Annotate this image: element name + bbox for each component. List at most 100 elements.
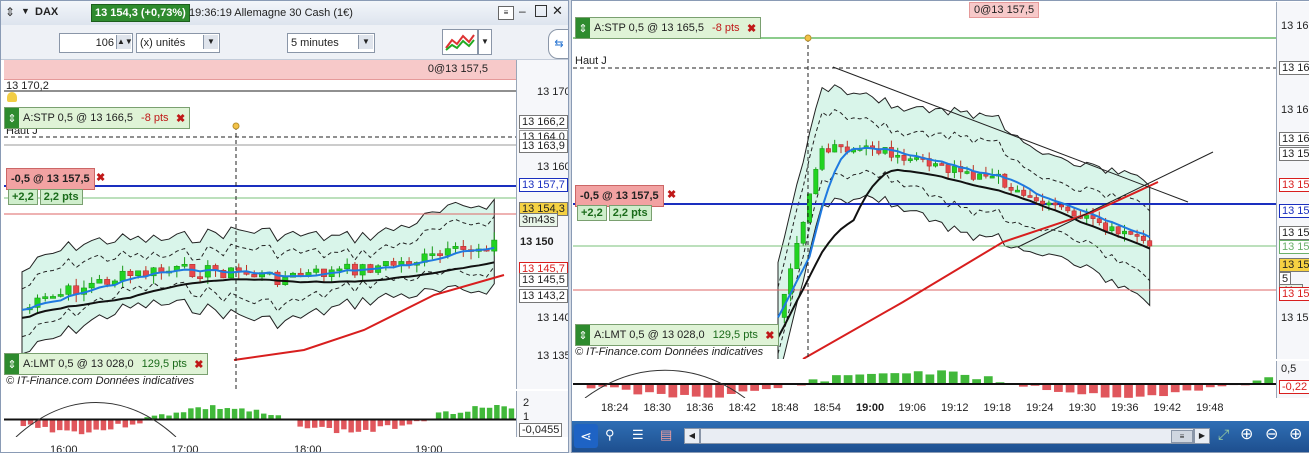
indicators-icon[interactable]: ▤ — [660, 427, 672, 443]
histogram-bar — [902, 373, 911, 384]
history-scrollbar[interactable]: ≡ — [700, 428, 1194, 444]
left-limit-order-tag[interactable]: ⇕ A:LMT 0,5 @ 13 028,0 129,5 pts ✖ — [4, 353, 208, 375]
candle-body — [1003, 174, 1007, 187]
right-limit-order-tag[interactable]: ⇕ A:LMT 0,5 @ 13 028,0 129,5 pts ✖ — [575, 324, 779, 346]
options-icon[interactable]: ≡ — [498, 6, 514, 20]
cancel-order-icon[interactable]: ✖ — [173, 112, 189, 125]
x-tick: 19:06 — [899, 402, 927, 414]
left-stop-order-pts: -8 pts — [137, 112, 173, 124]
chevron-down-icon[interactable]: ▼ — [358, 35, 373, 49]
drawing-tools-icon[interactable]: ⚲ — [605, 427, 615, 443]
left-time-axis: 16:00 17:00 18:00 19:00 — [4, 438, 516, 452]
histogram-bar — [472, 406, 477, 419]
candle-body — [128, 271, 133, 276]
drag-handle-icon[interactable]: ⇕ — [576, 325, 590, 345]
histogram-bar — [443, 411, 448, 419]
bollinger-band — [22, 199, 494, 353]
drag-handle-icon[interactable]: ⇕ — [576, 18, 590, 38]
candle-body — [1021, 190, 1025, 195]
x-tick: 19:42 — [1154, 402, 1182, 414]
right-pl-points: +2,2 — [577, 205, 607, 221]
candle-body — [1053, 203, 1057, 205]
histogram-bar — [926, 374, 935, 383]
candle-body — [1059, 205, 1063, 207]
right-price-axis[interactable]: 13 16 13 16 13 16 13 16 13 15 13 15 13 1… — [1276, 2, 1309, 359]
bollinger-band — [778, 85, 1150, 359]
x-tick: 19:00 — [856, 402, 884, 414]
candle-body — [990, 176, 994, 178]
left-limit-order-pts: 129,5 pts — [138, 358, 191, 370]
scroll-left-button[interactable]: ◀ — [684, 428, 700, 444]
cancel-order-icon[interactable]: ✖ — [744, 22, 760, 35]
histogram-bar — [123, 420, 128, 428]
instrument-name[interactable]: DAX — [35, 6, 58, 18]
units-value: (x) unités — [137, 37, 185, 49]
histogram-bar — [1101, 384, 1110, 398]
zoom-out-icon[interactable]: ⊖ — [1265, 424, 1278, 444]
time-marker-dot — [805, 35, 811, 41]
histogram-bar — [181, 412, 186, 419]
close-position-icon[interactable]: ✖ — [92, 171, 109, 184]
left-price-plot[interactable]: 0@13 157,5 13 170,2 Haut J ⇕ A:STP 0,5 @… — [4, 60, 516, 389]
left-top-level-label: 13 170,2 — [6, 80, 49, 92]
histogram-bar — [217, 409, 222, 420]
right-stop-order-tag[interactable]: ⇕ A:STP 0,5 @ 13 165,5 -8 pts ✖ — [575, 17, 761, 39]
period-select[interactable]: 5 minutes ▼ — [287, 33, 375, 53]
candle-body — [1040, 201, 1044, 204]
cancel-order-icon[interactable]: ✖ — [191, 358, 207, 371]
scrollbar-thumb[interactable]: ≡ — [1171, 430, 1193, 443]
maximize-button[interactable] — [535, 5, 547, 17]
x-tick: 17:00 — [171, 444, 199, 453]
histogram-bar — [93, 420, 98, 430]
close-button[interactable]: ✕ — [552, 3, 563, 19]
right-position-tag[interactable]: -0,5 @ 13 157,5 — [575, 185, 664, 207]
left-stop-order-tag[interactable]: ⇕ A:STP 0,5 @ 13 166,5 -8 pts ✖ — [4, 107, 190, 129]
close-position-icon[interactable]: ✖ — [663, 188, 680, 201]
x-tick: 18:24 — [601, 402, 629, 414]
share-icon[interactable]: ⋖ — [574, 424, 598, 448]
histogram-bar — [378, 420, 383, 427]
histogram-bar — [949, 372, 958, 384]
window-menu-icon[interactable]: ⇕ — [5, 5, 17, 19]
right-oscillator-plot[interactable] — [573, 361, 1276, 398]
side-toggle-button[interactable]: ⇆ — [548, 29, 569, 59]
histogram-bar — [1171, 384, 1180, 392]
candle-body — [832, 145, 836, 153]
histogram-bar — [246, 411, 251, 419]
left-footer-note: Données indicatives — [96, 375, 194, 387]
quantity-stepper[interactable]: 106 ▲▼ — [59, 33, 133, 53]
chart-style-icon — [443, 30, 477, 54]
notes-icon[interactable]: ☰ — [632, 427, 644, 443]
y-tick: 13 160 — [537, 161, 569, 173]
candle-body — [445, 249, 450, 256]
x-tick: 18:00 — [294, 444, 322, 453]
minimize-button[interactable]: – — [519, 4, 526, 18]
cancel-order-icon[interactable]: ✖ — [762, 329, 778, 342]
alert-bell-icon[interactable] — [7, 92, 17, 102]
units-select[interactable]: (x) unités ▼ — [136, 33, 220, 53]
chevron-down-icon[interactable]: ▼ — [203, 35, 218, 49]
osc-value-box: -0,0455 — [519, 423, 562, 437]
drag-handle-icon[interactable]: ⇕ — [5, 354, 19, 374]
drag-handle-icon[interactable]: ⇕ — [5, 108, 19, 128]
stepper-arrows-icon[interactable]: ▲▼ — [116, 35, 131, 49]
x-tick: 19:24 — [1026, 402, 1054, 414]
autoscale-icon[interactable]: ⤢ — [1218, 426, 1229, 443]
histogram-bar — [341, 420, 346, 430]
histogram-bar — [739, 384, 748, 391]
chart-type-dropdown-icon[interactable]: ▼ — [478, 29, 492, 55]
zoom-in-icon[interactable]: ⊕ — [1289, 424, 1302, 444]
zoom-area-icon[interactable]: ⊕ — [1240, 424, 1253, 444]
scroll-right-button[interactable]: ▶ — [1194, 428, 1210, 444]
left-price-axis[interactable]: 13 170 13 160 13 150 13 140 13 135 13 16… — [516, 60, 569, 389]
candle-body — [839, 145, 843, 147]
candle-body — [252, 274, 257, 277]
left-oscillator-plot[interactable] — [4, 391, 516, 437]
histogram-bar — [305, 420, 310, 429]
y-tick: 13 140 — [537, 312, 569, 324]
histogram-bar — [188, 408, 193, 419]
instrument-dropdown-icon[interactable]: ▼ — [21, 6, 30, 16]
left-position-tag[interactable]: -0,5 @ 13 157,5 — [6, 168, 95, 190]
right-price-plot[interactable]: 0@13 157,5 Haut J ⇕ A:STP 0,5 @ 13 165,5… — [573, 2, 1276, 359]
chart-type-button[interactable] — [442, 29, 478, 55]
